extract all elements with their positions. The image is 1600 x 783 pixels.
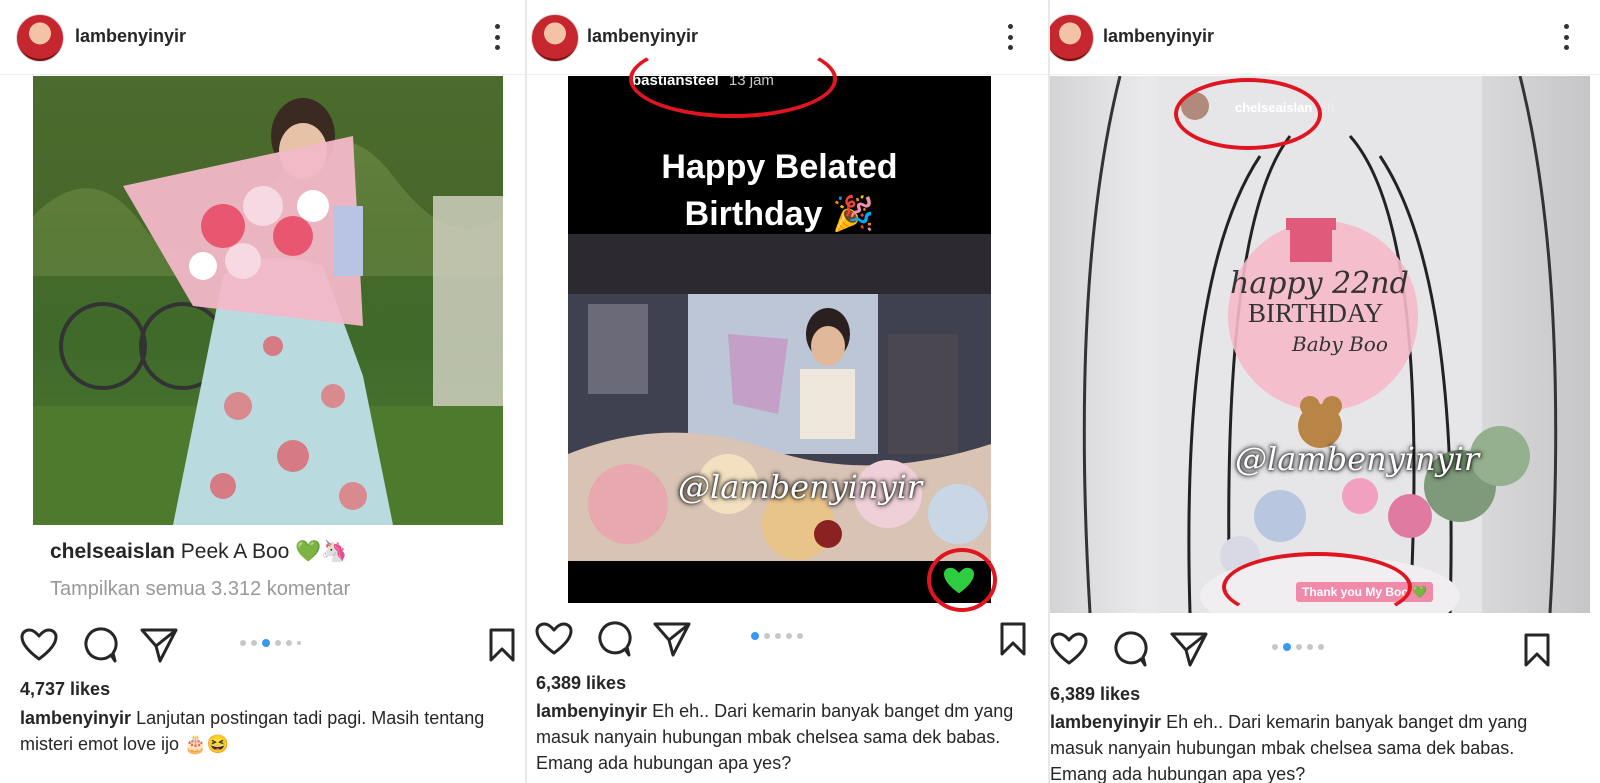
view-comments-link[interactable]: Tampilkan semua 3.312 komentar bbox=[50, 578, 350, 601]
story-headline-1: Happy Belated bbox=[661, 148, 898, 186]
highlight-circle bbox=[1174, 78, 1322, 150]
username[interactable]: lambenyinyir bbox=[587, 26, 698, 47]
share-icon[interactable] bbox=[140, 627, 178, 663]
post-panel-3: lambenyinyir chelseaislan 6h happy 22nd … bbox=[1050, 0, 1600, 783]
more-options-icon[interactable] bbox=[493, 24, 501, 50]
embedded-caption: chelseaislan Peek A Boo 💚🦄 bbox=[50, 540, 347, 564]
balloon-text-2: BIRTHDAY bbox=[1248, 298, 1384, 328]
caption-username[interactable]: lambenyinyir bbox=[1050, 712, 1161, 732]
highlight-circle bbox=[629, 40, 837, 118]
caption-username[interactable]: lambenyinyir bbox=[20, 708, 131, 728]
post-caption: lambenyinyir Lanjutan postingan tadi pag… bbox=[20, 705, 510, 757]
post-caption: lambenyinyir Eh eh.. Dari kemarin banyak… bbox=[1050, 709, 1570, 783]
post-image[interactable]: bastiansteel 13 jam Happy Belated Birthd… bbox=[568, 76, 991, 603]
post-caption: lambenyinyir Eh eh.. Dari kemarin banyak… bbox=[536, 698, 1026, 776]
heart-icon[interactable] bbox=[1050, 632, 1088, 666]
balloon-text-3: Baby Boo bbox=[1292, 332, 1388, 356]
more-options-icon[interactable] bbox=[1006, 24, 1014, 50]
bookmark-icon[interactable] bbox=[999, 621, 1027, 657]
comment-icon[interactable] bbox=[1110, 630, 1148, 668]
comment-icon[interactable] bbox=[80, 626, 118, 664]
watermark: @lambenyinyir bbox=[678, 468, 923, 506]
photo-illustration bbox=[33, 76, 503, 525]
avatar[interactable] bbox=[531, 14, 579, 62]
username[interactable]: lambenyinyir bbox=[1103, 26, 1214, 47]
story-time: 6h bbox=[1319, 100, 1335, 115]
avatar[interactable] bbox=[16, 14, 64, 62]
embedded-username: chelseaislan bbox=[50, 540, 175, 563]
embedded-text: Peek A Boo 💚🦄 bbox=[180, 540, 348, 563]
like-count[interactable]: 4,737 likes bbox=[20, 679, 110, 700]
more-options-icon[interactable] bbox=[1562, 24, 1570, 50]
post-image[interactable]: chelseaislan 6h happy 22nd BIRTHDAY Baby… bbox=[1050, 76, 1590, 613]
story-photo bbox=[568, 234, 991, 561]
avatar[interactable] bbox=[1050, 14, 1094, 62]
carousel-indicator bbox=[751, 632, 803, 640]
bookmark-icon[interactable] bbox=[1523, 632, 1551, 668]
post-header: lambenyinyir bbox=[0, 0, 527, 75]
post-panel-2: lambenyinyir bastiansteel 13 jam Happy B… bbox=[527, 0, 1050, 783]
bookmark-icon[interactable] bbox=[488, 627, 516, 663]
share-icon[interactable] bbox=[1170, 631, 1208, 667]
comment-icon[interactable] bbox=[594, 620, 632, 658]
carousel-indicator bbox=[1272, 643, 1324, 651]
carousel-indicator bbox=[240, 639, 301, 647]
highlight-circle bbox=[1222, 552, 1412, 622]
post-image[interactable] bbox=[33, 76, 503, 525]
heart-icon[interactable] bbox=[20, 628, 58, 662]
share-icon[interactable] bbox=[653, 621, 691, 657]
heart-icon[interactable] bbox=[535, 622, 573, 656]
balloon-text-1: happy 22nd bbox=[1230, 266, 1409, 301]
like-count[interactable]: 6,389 likes bbox=[536, 673, 626, 694]
story-headline-2: Birthday 🎉 bbox=[684, 195, 875, 233]
watermark: @lambenyinyir bbox=[1235, 440, 1480, 478]
post-panel-1: lambenyinyir chelseaislan Peek A Boo 💚🦄 bbox=[0, 0, 527, 783]
post-header: lambenyinyir bbox=[1050, 0, 1600, 75]
caption-username[interactable]: lambenyinyir bbox=[536, 701, 647, 721]
like-count[interactable]: 6,389 likes bbox=[1050, 684, 1140, 705]
highlight-circle bbox=[927, 548, 997, 612]
username[interactable]: lambenyinyir bbox=[75, 26, 186, 47]
